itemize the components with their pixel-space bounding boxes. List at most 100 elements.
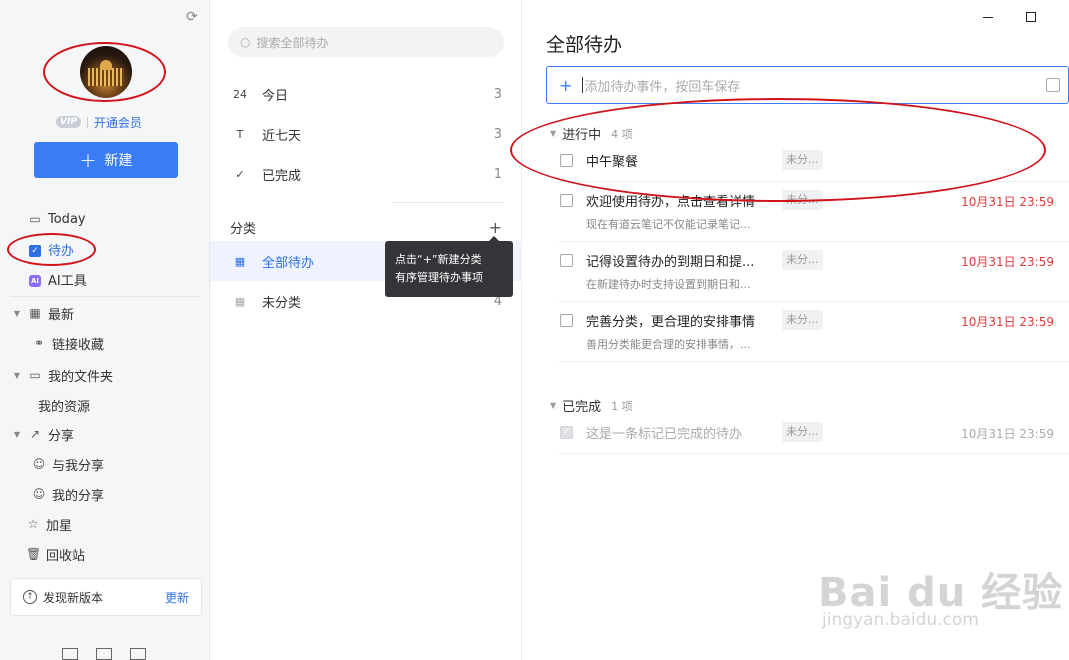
star-icon: ☆: [27, 517, 39, 531]
task-due-date: 10月31日 23:59: [961, 255, 1054, 269]
new-version-text: 发现新版本: [43, 590, 104, 605]
view-switcher: [62, 648, 146, 660]
category-label: 全部待办: [262, 255, 315, 271]
todo-lists-panel: ○ 搜索全部待办 24 今日 3 T 近七天 3 ✓ 已完成 1 分类 + ▦ …: [210, 0, 522, 660]
sidebar-item-my-resources[interactable]: 我的资源: [38, 392, 90, 418]
new-version-banner: ↑ 发现新版本 更新: [10, 578, 202, 616]
sidebar: ⟳ VIP 开通会员 + 新建 ▭ Today ✓ 待办 AI AI工具 ▼ ▦…: [0, 0, 210, 660]
checkbox-icon: ✓: [28, 242, 42, 257]
text-cursor: [582, 77, 584, 93]
section-in-progress[interactable]: ▼ 进行中 4 项: [550, 124, 633, 144]
calendar-24-icon: 24: [233, 87, 247, 101]
sidebar-item-label: 与我分享: [52, 458, 105, 474]
new-button[interactable]: + 新建: [34, 142, 178, 178]
category-title: 分类: [230, 222, 257, 237]
caret-down-icon: ▼: [550, 129, 557, 138]
list-count: 1: [493, 166, 502, 182]
grid-icon: ▦: [234, 294, 246, 308]
caret-down-icon[interactable]: ▼: [12, 309, 22, 318]
task-checkbox-checked[interactable]: ✓: [560, 426, 573, 439]
sidebar-item-latest[interactable]: ▼ ▦ 最新: [12, 300, 74, 326]
calendar-icon[interactable]: [1046, 78, 1060, 92]
open-membership-link[interactable]: 开通会员: [94, 114, 142, 131]
new-button-label: 新建: [104, 153, 133, 169]
tooltip-line: 点击“+”新建分类: [395, 253, 482, 266]
task-description: 善用分类能更合理的安排事情，...: [586, 338, 751, 351]
calendar-icon: ▭: [29, 212, 41, 226]
list-completed[interactable]: ✓ 已完成 1: [210, 154, 522, 194]
search-input[interactable]: ○ 搜索全部待办: [228, 27, 504, 57]
category-label: 未分类: [262, 295, 302, 311]
list-today[interactable]: 24 今日 3: [210, 74, 522, 114]
list-label: 近七天: [262, 128, 302, 144]
section-count: 1 项: [611, 399, 633, 413]
trash-icon: 🗑: [26, 547, 42, 561]
add-category-tooltip: 点击“+”新建分类 有序管理待办事项: [385, 236, 513, 297]
sidebar-item-my-shares[interactable]: ☺ 我的分享: [32, 481, 104, 507]
task-row[interactable]: 记得设置待办的到期日和提... 在新建待办时支持设置到期日和... 未分... …: [558, 250, 1069, 302]
list-next-seven-days[interactable]: T 近七天 3: [210, 114, 522, 154]
task-description: 现在有道云笔记不仅能记录笔记...: [586, 218, 751, 231]
divider: [86, 116, 88, 128]
two-column-view-icon[interactable]: [96, 648, 112, 660]
task-checkbox[interactable]: [560, 194, 573, 207]
calendar-t-icon: T: [236, 127, 244, 141]
task-checkbox[interactable]: [560, 154, 573, 167]
task-row[interactable]: 中午聚餐 未分...: [558, 150, 1069, 182]
avatar[interactable]: [80, 46, 132, 98]
plus-icon: +: [559, 75, 573, 95]
sidebar-item-link-favorites[interactable]: ⚭ 链接收藏: [32, 330, 104, 356]
sidebar-item-label: 我的资源: [38, 399, 91, 415]
tooltip-line: 有序管理待办事项: [395, 271, 483, 284]
ai-icon: AI: [29, 274, 41, 287]
sidebar-item-label: 待办: [48, 243, 75, 259]
caret-down-icon[interactable]: ▼: [12, 430, 22, 439]
sidebar-item-label: 回收站: [46, 548, 86, 564]
sidebar-item-today[interactable]: ▭ Today: [28, 206, 85, 232]
add-category-button[interactable]: +: [489, 218, 502, 237]
sidebar-item-shared-with-me[interactable]: ☺ 与我分享: [32, 451, 104, 477]
task-category-tag: 未分...: [782, 422, 823, 442]
sidebar-item-label: 分享: [48, 428, 75, 444]
task-title: 中午聚餐: [586, 155, 639, 170]
search-placeholder: 搜索全部待办: [256, 35, 329, 50]
task-row[interactable]: 完善分类，更合理的安排事情 善用分类能更合理的安排事情，... 未分... 10…: [558, 310, 1069, 362]
sidebar-item-todo[interactable]: ✓ 待办: [28, 236, 74, 262]
section-completed[interactable]: ▼ 已完成 1 项: [550, 396, 633, 416]
sidebar-item-trash[interactable]: 🗑 回收站: [26, 541, 85, 567]
page-title: 全部待办: [546, 34, 623, 56]
task-description: 在新建待办时支持设置到期日和...: [586, 278, 751, 291]
section-label: 已完成: [562, 400, 602, 415]
add-todo-input[interactable]: + 添加待办事件，按回车保存: [546, 66, 1069, 104]
caret-down-icon[interactable]: ▼: [12, 371, 22, 380]
vip-row: VIP 开通会员: [56, 114, 142, 130]
watermark-url: jingyan.baidu.com: [822, 610, 979, 630]
sync-icon[interactable]: ⟳: [184, 9, 200, 25]
task-title: 完善分类，更合理的安排事情: [586, 315, 756, 330]
task-checkbox[interactable]: [560, 314, 573, 327]
caret-down-icon: ▼: [550, 401, 557, 410]
arrow-up-icon: ↑: [23, 590, 37, 604]
task-row[interactable]: ✓ 这是一条标记已完成的待办 未分... 10月31日 23:59: [558, 422, 1069, 454]
category-header: 分类 +: [230, 218, 502, 237]
maximize-button[interactable]: [1026, 12, 1036, 22]
folder-icon: ▭: [29, 368, 41, 382]
update-link[interactable]: 更新: [165, 589, 189, 606]
user-icon: ☺: [32, 457, 46, 471]
task-row[interactable]: 欢迎使用待办，点击查看详情 现在有道云笔记不仅能记录笔记... 未分... 10…: [558, 190, 1069, 242]
list-label: 今日: [262, 88, 289, 104]
single-column-view-icon[interactable]: [130, 648, 146, 660]
list-label: 已完成: [262, 168, 302, 184]
sidebar-item-my-folders[interactable]: ▼ ▭ 我的文件夹: [12, 362, 113, 388]
minimize-button[interactable]: [983, 17, 993, 18]
sidebar-item-starred[interactable]: ☆ 加星: [26, 511, 72, 537]
sidebar-item-share[interactable]: ▼ ↗ 分享: [12, 421, 74, 447]
task-checkbox[interactable]: [560, 254, 573, 267]
sidebar-item-ai-tools[interactable]: AI AI工具: [28, 266, 87, 292]
vip-badge: VIP: [56, 116, 81, 128]
search-icon: ○: [240, 35, 251, 49]
list-count: 3: [493, 126, 502, 142]
three-column-view-icon[interactable]: [62, 648, 78, 660]
sidebar-item-label: 我的分享: [52, 488, 105, 504]
task-title: 这是一条标记已完成的待办: [586, 427, 743, 442]
